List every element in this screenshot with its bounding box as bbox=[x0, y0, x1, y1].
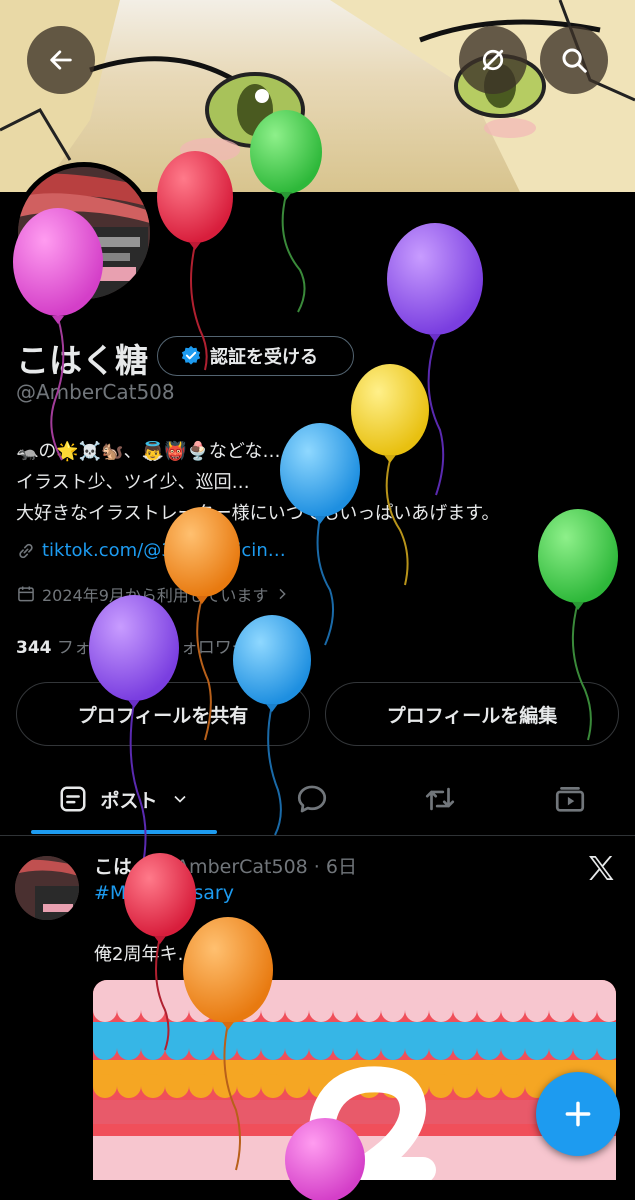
post-meta: @AmberCat508 · 6日 bbox=[157, 856, 357, 878]
post-author-name[interactable]: こは… bbox=[94, 856, 151, 878]
bio-line-3: 大好きなイラストレーター様にいつでもいっぱいあげます。 bbox=[16, 503, 500, 524]
avatar-image bbox=[18, 167, 150, 299]
tab-active-indicator bbox=[31, 830, 217, 834]
following-label[interactable]: フォロー bbox=[57, 638, 125, 658]
link-icon bbox=[19, 543, 33, 558]
chevron-right-icon bbox=[279, 588, 287, 600]
speech-bubble-icon bbox=[297, 785, 327, 813]
plus-icon bbox=[565, 1101, 591, 1127]
share-profile-button[interactable]: プロフィールを共有 bbox=[16, 682, 310, 746]
anniversary-illustration bbox=[93, 980, 616, 1180]
post-author-avatar[interactable] bbox=[15, 856, 79, 920]
profile-handle: @AmberCat508 bbox=[16, 380, 175, 404]
verified-badge-icon bbox=[181, 345, 201, 365]
x-logo-icon bbox=[585, 852, 617, 884]
joined-date-text: 2024年9月から利用しています bbox=[42, 586, 269, 605]
follow-stats[interactable]: 344 フォロー 0 フォロワー bbox=[16, 633, 249, 658]
profile-avatar[interactable] bbox=[13, 162, 155, 304]
tab-posts[interactable]: ポスト bbox=[31, 762, 217, 836]
post-hashtag[interactable]: #M…niversary bbox=[94, 882, 234, 904]
posts-icon bbox=[60, 786, 86, 812]
tab-posts-label: ポスト bbox=[100, 789, 158, 812]
grok-button[interactable] bbox=[459, 26, 527, 94]
compose-post-button[interactable] bbox=[536, 1072, 620, 1156]
followers-label[interactable]: フォロワー bbox=[164, 638, 249, 658]
followers-count[interactable]: 0 bbox=[147, 638, 159, 658]
post-header: こは… @AmberCat508 · 6日 bbox=[94, 852, 357, 879]
repost-icon bbox=[425, 787, 455, 811]
arrow-left-icon bbox=[50, 50, 72, 70]
edit-profile-button[interactable]: プロフィールを編集 bbox=[325, 682, 619, 746]
profile-name: こはく糖 bbox=[16, 341, 148, 380]
tab-replies[interactable] bbox=[272, 762, 352, 836]
post-media-image[interactable] bbox=[93, 980, 616, 1180]
post-text: 俺2周年キ… bbox=[94, 944, 196, 965]
slash-circle-icon bbox=[482, 49, 504, 71]
get-verified-label: 認証を受ける bbox=[210, 347, 318, 368]
bio-line-2: イラスト少、ツイ少、巡回… bbox=[16, 472, 250, 493]
calendar-icon bbox=[18, 586, 34, 602]
back-button[interactable] bbox=[27, 26, 95, 94]
chevron-down-icon[interactable] bbox=[170, 789, 190, 809]
profile-link-text[interactable]: tiktok.com/@3… medicin… bbox=[42, 540, 286, 561]
search-icon bbox=[562, 48, 587, 73]
media-icon bbox=[555, 787, 585, 812]
tab-reposts[interactable] bbox=[400, 762, 480, 836]
profile-tabs: ポスト bbox=[0, 762, 635, 836]
post-avatar-image bbox=[15, 856, 79, 920]
following-count[interactable]: 344 bbox=[16, 638, 52, 658]
search-button[interactable] bbox=[540, 26, 608, 94]
tab-media[interactable] bbox=[530, 762, 610, 836]
get-verified-button[interactable]: 認証を受ける bbox=[157, 336, 354, 376]
profile-link[interactable]: tiktok.com/@3… medicin… bbox=[16, 540, 286, 561]
joined-date[interactable]: 2024年9月から利用しています bbox=[16, 582, 290, 606]
bio-line-1: 🦡の🌟☠️🐿️、👼👹🍨などな… bbox=[16, 441, 281, 462]
